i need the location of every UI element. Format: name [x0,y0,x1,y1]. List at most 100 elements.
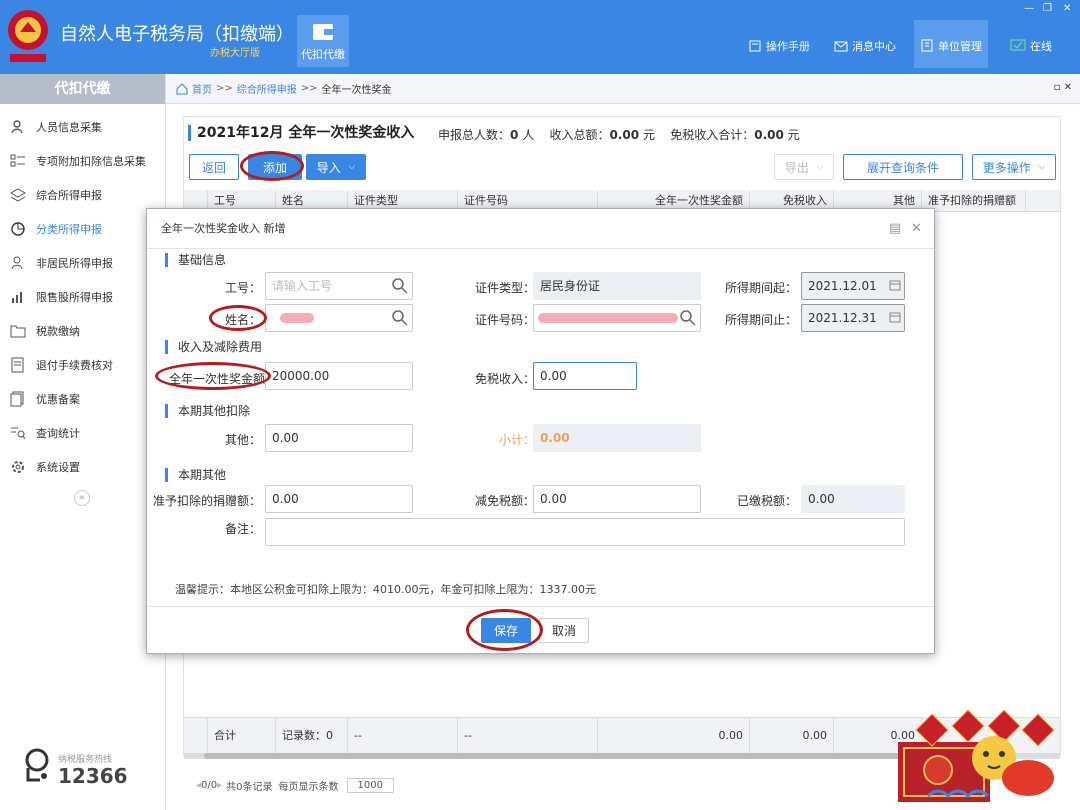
bar-chart-icon [12,292,22,303]
id-type-select[interactable]: 居民身份证 [533,272,701,300]
calendar-icon[interactable] [889,279,901,291]
bonus-amount-input[interactable]: 20000.00 [265,362,413,390]
restore-icon[interactable]: ❐ [1043,3,1052,14]
sidebar-collapse-button[interactable]: « [74,490,90,506]
emp-no-input[interactable]: 请输入工号 [265,272,413,300]
tax-paid-value: 0.00 [801,485,905,513]
sidebar-item-label: 限售股所得申报 [36,291,113,304]
per-page-select[interactable]: 1000 [346,778,394,793]
emp-no-label: 工号： [224,281,261,295]
sidebar-item-label: 退付手续费核对 [36,359,113,372]
search-icon[interactable] [391,277,409,295]
nav-unit-management[interactable]: 单位管理 [914,20,988,68]
import-button[interactable]: 导入 ⌵ [306,154,366,180]
minimize-icon[interactable]: — [1024,3,1034,14]
more-actions-button[interactable]: 更多操作 ⌵ [972,154,1056,180]
section-deduct: 本期其他扣除 [165,404,250,418]
withholding-tile[interactable]: 代扣代缴 [297,15,349,67]
section-income: 收入及减除费用 [165,340,262,354]
tile-label: 代扣代缴 [301,48,345,61]
sidebar-item-person-info[interactable]: 人员信息采集 [0,110,165,144]
export-button[interactable]: 导出 ⌵ [774,154,834,180]
sidebar-item-preferential[interactable]: 优惠备案 [0,382,165,416]
page-title: 2021年12月 全年一次性奖金收入 [188,125,414,141]
income-unit: 元 [642,128,655,142]
close-tab-icon[interactable]: ▫ ✕ [1054,82,1072,93]
id-no-input[interactable] [533,304,701,332]
breadcrumb-current: 全年一次性奖金 [321,85,392,96]
building-icon [921,39,933,52]
count-label: 申报总人数： [438,128,511,142]
sidebar-item-special-deduction[interactable]: 专项附加扣除信息采集 [0,144,165,178]
highlight-bonus [155,362,271,390]
column-header[interactable]: 准予扣除的捐赠额 [922,190,1026,211]
name-input[interactable] [265,304,413,332]
footer-dash: -- [348,718,458,753]
count-unit: 人 [522,128,535,142]
sidebar-item-restricted-stock[interactable]: 限售股所得申报 [0,280,165,314]
copy-icon [10,391,24,407]
remark-input[interactable] [265,518,905,546]
query-icon [11,427,26,440]
breadcrumb-home[interactable]: 首页 [192,81,212,96]
sidebar-item-settings[interactable]: 系统设置 [0,450,165,484]
search-icon[interactable] [679,309,697,327]
income-value: 0.00 [609,128,640,142]
nav-manual[interactable]: 操作手册 [748,38,810,54]
tax-emblem-icon [8,10,48,62]
period-end-label: 所得期间止： [724,313,797,327]
sidebar-item-nonresident[interactable]: 非居民所得申报 [0,246,165,280]
more-label: 更多操作 [982,160,1031,175]
sidebar-item-comprehensive[interactable]: 综合所得申报 [0,178,165,212]
sidebar-item-classified[interactable]: 分类所得申报 [0,212,165,246]
tax-relief-input[interactable]: 0.00 [533,485,701,513]
scroll-thumb[interactable] [204,753,924,759]
exempt-income-input[interactable]: 0.00 [533,362,637,390]
highlight-name [209,305,267,331]
sidebar-item-tax-payment[interactable]: 税款缴纳 [0,314,165,348]
section-other: 本期其他 [165,468,226,482]
footer-cell [184,718,208,753]
next-page-icon[interactable]: ▸ [217,780,222,791]
period-end-input[interactable]: 2021.12.31 [801,304,905,332]
nav-messages[interactable]: 消息中心 [834,38,896,54]
sidebar-item-label: 非居民所得申报 [36,257,113,270]
back-button[interactable]: 返回 [189,154,239,180]
sidebar-item-label: 系统设置 [36,461,80,474]
maximize-icon[interactable]: ▤ [889,221,901,236]
period-start-input[interactable]: 2021.12.01 [801,272,905,300]
summary-stats: 申报总人数：0 人 收入总额：0.00 元 免税收入合计：0.00 元 [438,126,800,143]
sidebar-item-label: 优惠备案 [36,393,80,406]
expand-query-button[interactable]: 展开查询条件 [843,154,963,180]
close-icon[interactable]: ✕ [911,221,922,236]
breadcrumb-comprehensive[interactable]: 综合所得申报 [237,81,297,96]
close-window-icon[interactable]: ✕ [1063,3,1071,14]
id-no-label: 证件号码： [474,313,535,327]
folder-icon [10,325,26,338]
exempt-value: 0.00 [754,128,784,142]
new-year-mascot-image [898,709,1055,802]
sidebar-item-fee-check[interactable]: 退付手续费核对 [0,348,165,382]
cancel-button[interactable]: 取消 [539,618,589,643]
sidebar-item-query[interactable]: 查询统计 [0,416,165,450]
calendar-icon[interactable] [889,311,901,323]
donation-label: 准予扣除的捐赠额： [152,494,261,508]
sidebar-item-label: 分类所得申报 [36,223,102,236]
nav-online[interactable]: 在线 [1010,38,1052,54]
chevron-down-icon: ⌵ [816,162,824,172]
search-icon[interactable] [391,309,409,327]
hotline: 纳税服务热线 12366 [20,746,128,789]
breadcrumb: 首页 >> 综合所得申报 >> 全年一次性奖金 ▫ ✕ [166,74,1080,104]
footer-bonus-total: 0.00 [598,718,750,753]
tax-paid-label: 已缴税额： [736,494,797,508]
redacted-id [538,313,678,323]
donation-input[interactable]: 0.00 [265,485,413,513]
exempt-label: 免税收入合计： [670,128,755,142]
import-label: 导入 [316,160,341,175]
chevron-down-icon: ⌵ [1038,162,1046,172]
breadcrumb-sep: >> [216,83,233,94]
gear-icon [12,461,24,473]
nav-online-label: 在线 [1030,40,1052,53]
other-deduction-input[interactable]: 0.00 [265,424,413,452]
wallet-icon [313,24,333,40]
